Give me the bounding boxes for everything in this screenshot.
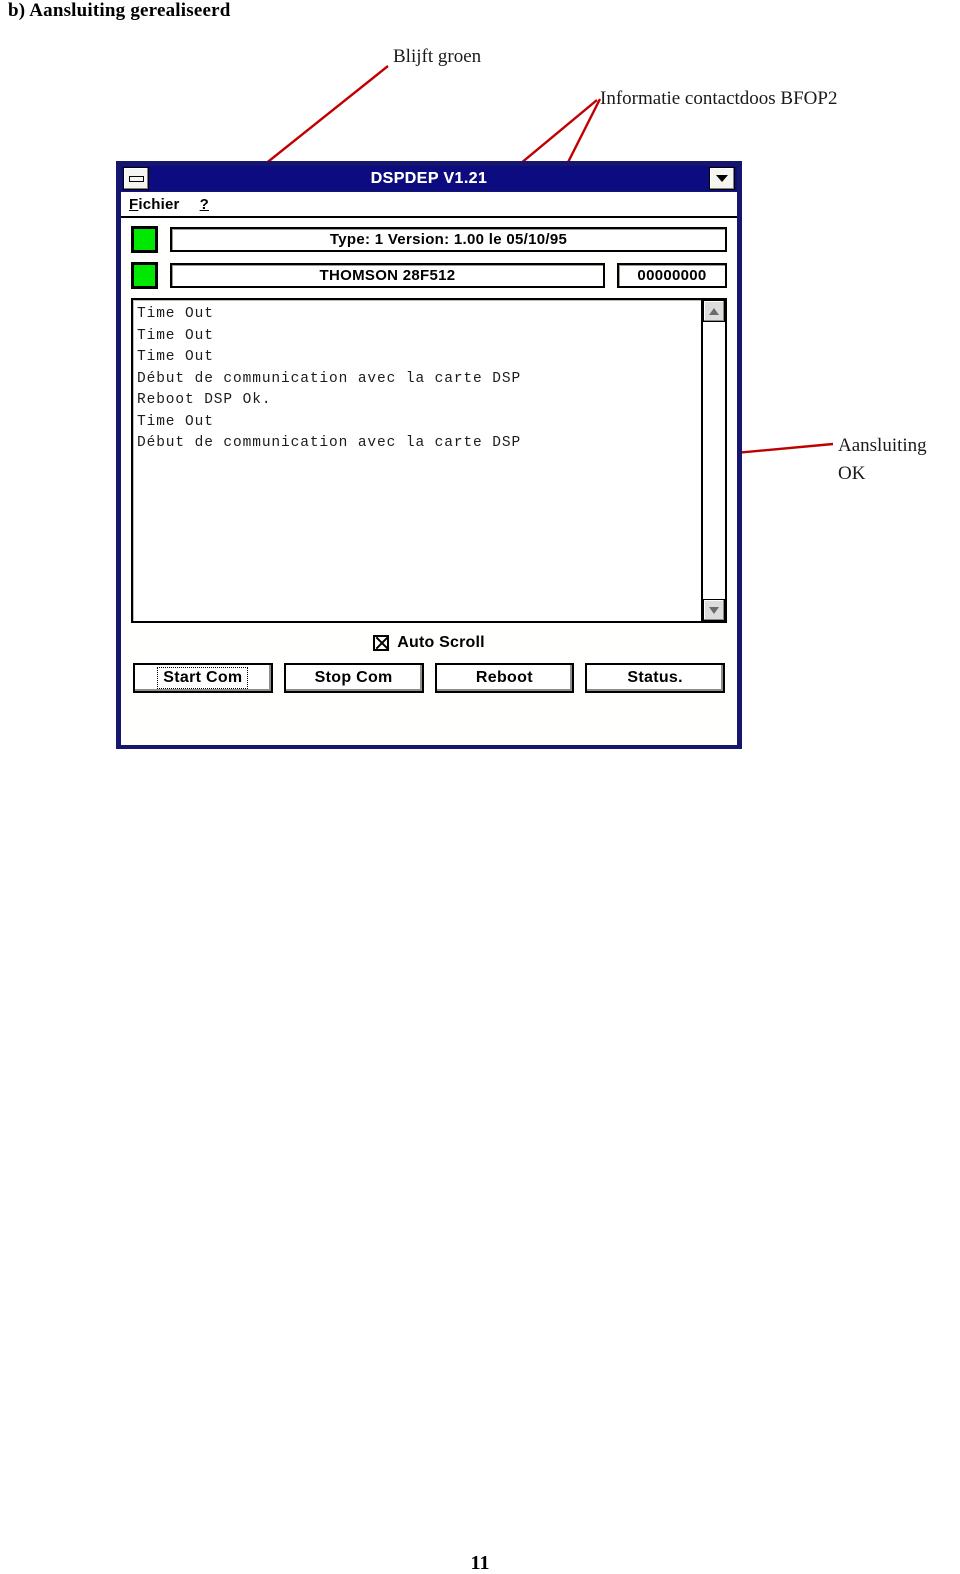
log-line: Reboot DSP Ok. <box>137 392 272 408</box>
log-line: Début de communication avec la carte DSP <box>137 370 522 387</box>
log-output[interactable]: Time Out Time Out Time Out Début de comm… <box>131 298 701 623</box>
scroll-down-icon <box>709 606 719 614</box>
command-button-row: Start Com Stop Com Reboot Status. <box>131 663 727 693</box>
annotation-blijft-groen: Blijft groen <box>393 46 482 67</box>
menu-fichier-label: ichier <box>138 195 180 213</box>
maximize-icon <box>716 175 728 182</box>
reboot-button[interactable]: Reboot <box>434 663 575 693</box>
window-title: DSPDEP V1.21 <box>370 169 488 187</box>
window-client-area: Type: 1 Version: 1.00 le 05/10/95 THOMSO… <box>121 218 737 745</box>
stop-com-button[interactable]: Stop Com <box>283 663 424 693</box>
annotation-informatie-contactdoos: Informatie contactdoos BFOP2 <box>600 88 838 109</box>
page-title: b) Aansluiting gerealiseerd <box>8 0 231 21</box>
scrollbar-track[interactable] <box>703 322 725 599</box>
menubar: Fichier ? <box>121 192 737 218</box>
start-com-label: Start Com <box>157 667 249 689</box>
maximize-button[interactable] <box>709 167 735 190</box>
counter-field: 00000000 <box>617 263 727 288</box>
menu-help-label: ? <box>199 195 209 213</box>
version-field: Type: 1 Version: 1.00 le 05/10/95 <box>170 227 727 252</box>
status-label: Status. <box>627 669 683 686</box>
log-line: Time Out <box>137 349 214 365</box>
start-com-button[interactable]: Start Com <box>133 663 273 693</box>
status-row-version: Type: 1 Version: 1.00 le 05/10/95 <box>131 226 727 253</box>
status-row-device: THOMSON 28F512 00000000 <box>131 262 727 289</box>
minimize-icon <box>128 175 144 182</box>
menu-item-fichier[interactable]: Fichier <box>129 196 180 213</box>
log-pane-wrapper: Time Out Time Out Time Out Début de comm… <box>131 298 727 623</box>
auto-scroll-row: Auto Scroll <box>131 634 727 652</box>
log-line: Time Out <box>137 413 214 430</box>
scroll-up-button[interactable] <box>703 300 725 322</box>
auto-scroll-checkbox[interactable] <box>373 635 390 651</box>
annotation-aansluiting-ok: Aansluiting OK <box>838 435 927 484</box>
dspdep-window: DSPDEP V1.21 Fichier ? Type: 1 Version: … <box>116 161 742 749</box>
minimize-button[interactable] <box>123 167 149 190</box>
log-line: Début de communication avec la carte DSP <box>137 435 522 451</box>
scroll-down-button[interactable] <box>703 599 725 621</box>
menu-fichier-mnemonic: F <box>129 195 139 213</box>
log-scrollbar[interactable] <box>701 298 727 623</box>
status-led-2 <box>131 262 158 289</box>
stop-com-label: Stop Com <box>314 669 393 686</box>
log-line: Time Out <box>137 306 214 322</box>
log-line: Time Out <box>137 327 214 344</box>
reboot-label: Reboot <box>475 669 533 686</box>
window-titlebar: DSPDEP V1.21 <box>121 166 737 192</box>
scroll-up-icon <box>709 307 719 315</box>
auto-scroll-label: Auto Scroll <box>397 634 485 651</box>
status-led-1 <box>131 226 158 253</box>
menu-item-help[interactable]: ? <box>200 196 209 213</box>
status-button[interactable]: Status. <box>585 663 725 693</box>
device-field: THOMSON 28F512 <box>170 263 605 288</box>
page-number: 11 <box>470 1552 490 1574</box>
